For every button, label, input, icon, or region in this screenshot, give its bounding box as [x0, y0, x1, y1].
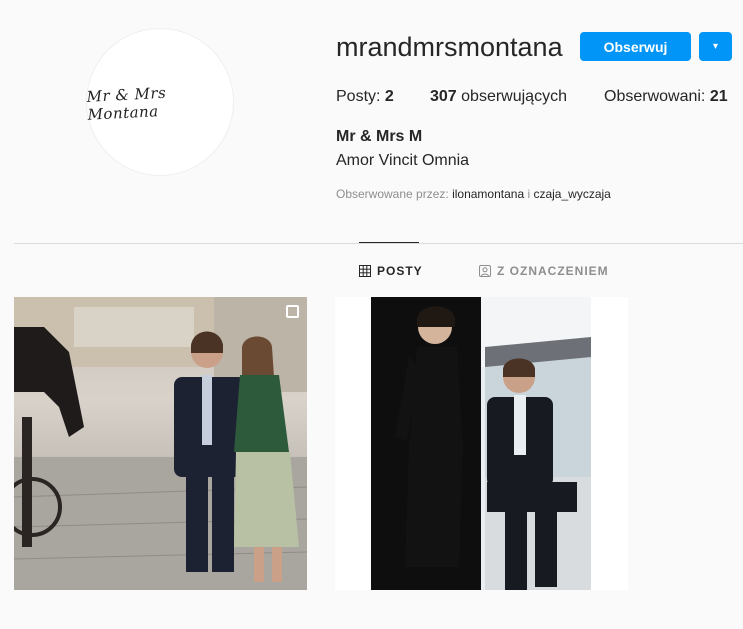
followed-by-user-link[interactable]: czaja_wyczaja	[533, 187, 610, 201]
stat-label: obserwujących	[456, 88, 567, 105]
multiple-photos-icon	[607, 305, 620, 318]
followed-by-prefix: Obserwowane przez:	[336, 187, 453, 201]
tabs-divider	[14, 243, 743, 244]
post-image	[335, 297, 628, 590]
stat-value: 21	[709, 88, 728, 105]
stat-label: Posty:	[336, 88, 385, 105]
post-thumbnail[interactable]	[335, 297, 628, 590]
followers-stat[interactable]: 307 obserwujących	[430, 88, 567, 106]
profile-avatar[interactable]: Mr & Mrs Montana	[86, 28, 234, 176]
tagged-icon	[479, 265, 491, 277]
tab-label: POSTY	[377, 264, 423, 278]
multiple-photos-icon	[286, 305, 299, 318]
chevron-down-icon: ▾	[712, 41, 719, 52]
post-thumbnail[interactable]	[14, 297, 307, 590]
profile-bio: Amor Vincit Omnia	[336, 152, 470, 169]
grid-icon	[359, 265, 371, 277]
posts-count-stat: Posty: 2	[336, 88, 394, 106]
avatar-logo-text: Mr & Mrs Montana	[86, 83, 167, 124]
following-stat[interactable]: Obserwowani: 21	[604, 88, 728, 106]
followed-by-line: Obserwowane przez: ilonamontana i czaja_…	[336, 187, 611, 201]
follow-button[interactable]: Obserwuj	[580, 32, 691, 61]
stat-label: Obserwowani:	[604, 88, 710, 105]
suggestions-dropdown-button[interactable]: ▾	[699, 32, 732, 61]
tab-label: Z OZNACZENIEM	[497, 264, 609, 278]
stat-value: 307	[430, 88, 457, 105]
profile-username: mrandmrsmontana	[336, 32, 563, 62]
followed-by-user-link[interactable]: ilonamontana	[452, 187, 524, 201]
tab-tagged[interactable]: Z OZNACZENIEM	[479, 264, 609, 278]
active-tab-indicator	[359, 242, 419, 243]
tab-posts[interactable]: POSTY	[359, 264, 423, 278]
profile-full-name: Mr & Mrs M	[336, 128, 423, 145]
stat-value: 2	[384, 88, 394, 105]
post-image	[14, 297, 307, 590]
